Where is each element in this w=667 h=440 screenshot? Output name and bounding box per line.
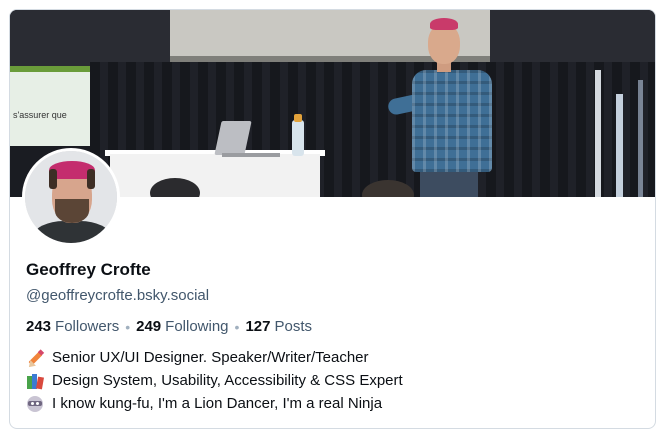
profile-stats: 243 Followers • 249 Following • 127 Post…: [26, 318, 312, 335]
followers-label: Followers: [55, 318, 120, 335]
user-handle: @geoffreycrofte.bsky.social: [26, 287, 210, 304]
pencil-icon: [26, 348, 45, 370]
bio-line: I know kung-fu, I'm a Lion Dancer, I'm a…: [26, 392, 403, 415]
following-link[interactable]: 249 Following: [136, 318, 228, 335]
followers-link[interactable]: 243 Followers: [26, 318, 119, 335]
following-count: 249: [136, 318, 162, 335]
followers-count: 243: [26, 318, 52, 335]
banner-slide-text: s'assurer que: [13, 110, 67, 120]
banner-slide: s'assurer que: [10, 66, 90, 146]
following-label: Following: [165, 318, 229, 335]
ninja-icon: [26, 395, 44, 413]
separator-dot: •: [125, 318, 131, 335]
separator-dot: •: [234, 318, 240, 335]
posts-count: 127: [245, 318, 271, 335]
bio-text: Design System, Usability, Accessibility …: [52, 372, 403, 389]
profile-card: s'assurer que Geoffrey Crofte @geoffreyc…: [9, 9, 656, 429]
display-name: Geoffrey Crofte: [26, 260, 151, 279]
banner-table: [110, 154, 320, 197]
books-icon: [26, 372, 44, 390]
posts-stat: 127 Posts: [245, 318, 312, 335]
avatar[interactable]: [22, 148, 120, 246]
banner-speaker: [412, 70, 492, 172]
bio-text: Senior UX/UI Designer. Speaker/Writer/Te…: [52, 349, 369, 366]
banner-bottle: [292, 120, 304, 156]
posts-label: Posts: [274, 318, 312, 335]
bio-line: Design System, Usability, Accessibility …: [26, 369, 403, 392]
bio-line: Senior UX/UI Designer. Speaker/Writer/Te…: [26, 346, 403, 370]
bio-text: I know kung-fu, I'm a Lion Dancer, I'm a…: [52, 395, 383, 412]
profile-bio: Senior UX/UI Designer. Speaker/Writer/Te…: [26, 346, 403, 415]
